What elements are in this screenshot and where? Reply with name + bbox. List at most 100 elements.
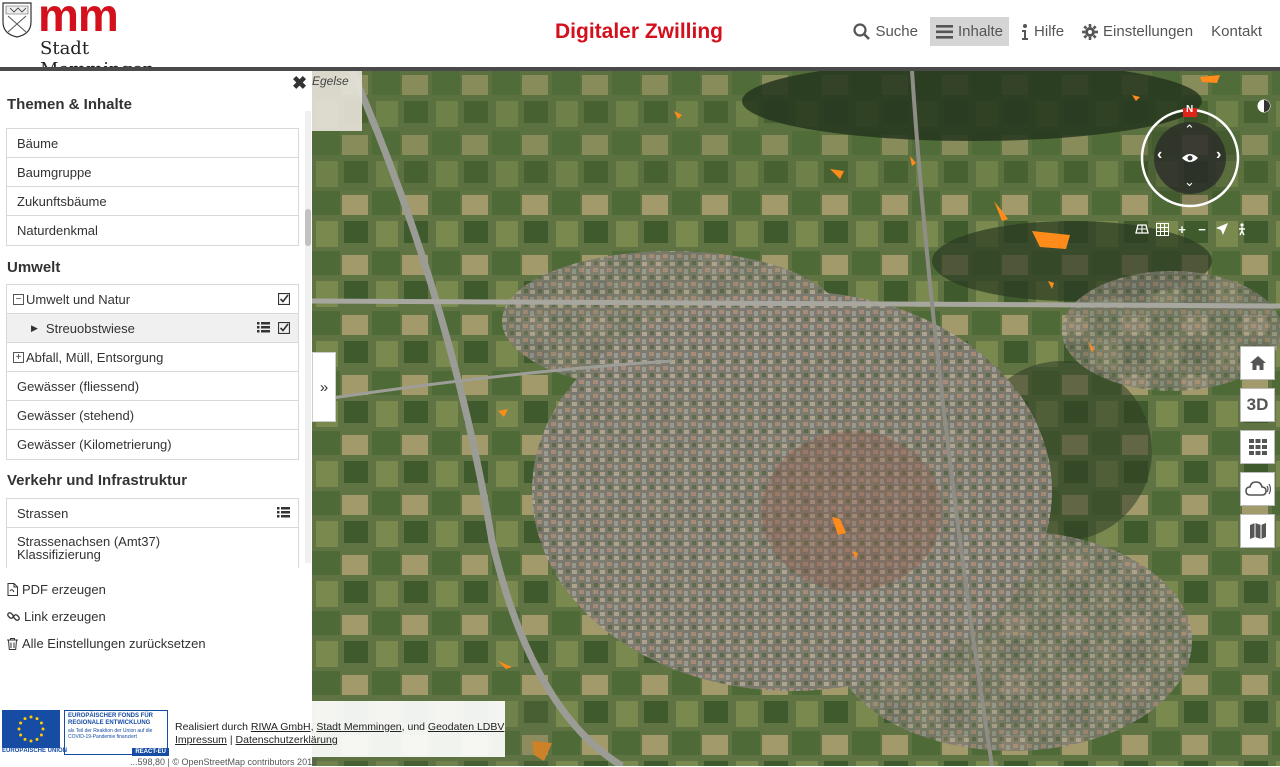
gear-icon	[1082, 23, 1099, 40]
layer-item-label: Strassen	[17, 505, 69, 521]
expand-icon[interactable]: +	[13, 351, 24, 363]
legend-list-icon[interactable]	[277, 507, 290, 518]
efre-badge: EUROPÄISCHER FONDS FÜR REGIONALE ENTWICK…	[64, 710, 169, 756]
pdf-export-label: PDF erzeugen	[22, 582, 106, 597]
trash-icon	[7, 637, 18, 650]
eye-icon[interactable]	[1181, 152, 1199, 164]
nav-kontakt-label: Kontakt	[1211, 23, 1262, 40]
impressum-link[interactable]: Impressum	[175, 734, 227, 746]
legend-list-icon[interactable]	[257, 322, 270, 333]
layer-item[interactable]: Zukunftsbäume	[7, 187, 298, 216]
contrast-toggle-icon[interactable]	[1256, 98, 1272, 114]
app-title: Digitaler Zwilling	[555, 20, 724, 43]
sidebar-scrollbar[interactable]	[305, 111, 311, 563]
sidebar-tools: PDF erzeugen Link erzeugen Alle Einstell…	[7, 576, 206, 657]
locate-icon[interactable]	[1213, 220, 1231, 238]
navigation-compass[interactable]: N ⌃ ⌄ ‹ ›	[1140, 103, 1240, 208]
themen-list: Bäume Baumgruppe Zukunftsbäume Naturdenk…	[6, 128, 299, 246]
layer-group-abfall[interactable]: + Abfall, Müll, Entsorgung	[7, 343, 298, 372]
layer-item-strassenachsen[interactable]: Strassenachsen (Amt37) Klassifizierung	[7, 528, 298, 568]
layer-item[interactable]: Gewässer (stehend)	[7, 401, 298, 430]
layer-group-label: Abfall, Müll, Entsorgung	[26, 349, 164, 365]
efre-subtitle: als Teil der Reaktion der Union auf die …	[68, 728, 153, 740]
nav-search[interactable]: Suche	[847, 17, 924, 46]
home-icon	[1249, 356, 1266, 370]
layer-item[interactable]: Bäume	[7, 129, 298, 158]
map-place-label: Egelse	[312, 74, 349, 88]
layer-item[interactable]: Naturdenkmal	[7, 216, 298, 245]
checkbox-checked-icon[interactable]	[278, 293, 290, 305]
menu-icon	[935, 24, 953, 39]
map-nav-controls: + −	[1133, 220, 1251, 238]
datenschutz-link[interactable]: Datenschutzerklärung	[236, 734, 338, 746]
nav-inhalte[interactable]: Inhalte	[929, 17, 1010, 46]
app-header: mm Stadt Memmingen Digitaler Zwilling Su…	[0, 0, 1280, 80]
layer-item[interactable]: Baumgruppe	[7, 158, 298, 187]
top-navigation: Suche Inhalte Hilfe Einstellungen Kontak…	[841, 17, 1268, 46]
riwa-link[interactable]: RIWA GmbH	[251, 721, 311, 733]
layer-item-sublabel: Klassifizierung	[17, 547, 101, 562]
map-3d-view[interactable]: Egelse	[312, 71, 1280, 766]
checkbox-checked-icon[interactable]	[278, 322, 290, 334]
tilt-up-icon[interactable]: ⌃	[1184, 122, 1195, 138]
info-icon	[1022, 23, 1029, 40]
nav-hilfe[interactable]: Hilfe	[1015, 17, 1070, 46]
nav-einstellungen[interactable]: Einstellungen	[1076, 17, 1199, 46]
tilt-down-icon[interactable]: ⌄	[1184, 174, 1195, 190]
grid-toggle-icon[interactable]	[1153, 220, 1171, 238]
coat-of-arms-icon	[2, 2, 32, 38]
footer-credits: EUROPÄISCHE UNION EUROPÄISCHER FONDS FÜR…	[0, 701, 505, 757]
layer-item[interactable]: Gewässer (fliessend)	[7, 372, 298, 401]
react-eu-label: REACT-EU	[132, 748, 169, 756]
geodaten-link[interactable]: Geodaten LDBV	[428, 721, 504, 733]
credits-separator: ,	[310, 721, 314, 733]
basemap-button[interactable]	[1240, 514, 1275, 548]
verkehr-list: Strassen Strassenachsen (Amt37) Klassifi…	[6, 498, 299, 568]
nav-hilfe-label: Hilfe	[1034, 23, 1065, 40]
nav-inhalte-label: Inhalte	[957, 23, 1004, 40]
collapse-icon[interactable]: −	[13, 293, 24, 305]
stadt-memmingen-link[interactable]: Stadt Memmingen	[316, 721, 401, 733]
layer-item-strassen[interactable]: Strassen	[7, 499, 298, 528]
pdf-file-icon	[7, 583, 18, 596]
grid-icon	[1248, 439, 1267, 455]
layer-group-umwelt-natur[interactable]: − Umwelt und Natur	[7, 285, 298, 314]
scrollbar-thumb[interactable]	[305, 209, 311, 246]
credits-text: Realisiert durch RIWA GmbH, Stadt Memmin…	[175, 721, 504, 747]
weather-button[interactable]	[1240, 472, 1275, 506]
map-side-toolbar: 3D	[1240, 346, 1275, 556]
zoom-out-button[interactable]: −	[1193, 220, 1211, 238]
tilt-icon[interactable]	[1133, 220, 1151, 238]
logo-wordmark: mm	[38, 0, 119, 41]
section-title-verkehr: Verkehr und Infrastruktur	[7, 472, 188, 489]
pdf-export-button[interactable]: PDF erzeugen	[7, 576, 206, 603]
pedestrian-icon[interactable]	[1233, 220, 1251, 238]
credits-prefix: Realisiert durch	[175, 721, 248, 733]
layer-item[interactable]: Gewässer (Kilometrierung)	[7, 430, 298, 459]
home-button[interactable]	[1240, 346, 1275, 380]
layer-grid-button[interactable]	[1240, 430, 1275, 464]
sidebar-toggle-button[interactable]: »	[312, 352, 336, 422]
rotate-right-icon[interactable]: ›	[1216, 146, 1221, 164]
section-title-themen: Themen & Inhalte	[7, 96, 133, 113]
close-sidebar-button[interactable]: ✖	[292, 73, 307, 94]
cloud-icon	[1244, 481, 1271, 496]
layer-item-streuobstwiese[interactable]: ▶ Streuobstwiese	[7, 314, 298, 343]
umwelt-list: − Umwelt und Natur ▶ Streuobstwiese + Ab…	[6, 284, 299, 460]
expand-caret-icon[interactable]: ▶	[31, 323, 38, 334]
eu-label: EUROPÄISCHE UNION	[2, 748, 68, 754]
nav-search-label: Suche	[875, 23, 918, 40]
efre-title: EUROPÄISCHER FONDS FÜR REGIONALE ENTWICK…	[68, 713, 154, 726]
content-sidebar: ✖ Themen & Inhalte Bäume Baumgruppe Zuku…	[0, 71, 312, 701]
3d-toggle-button[interactable]: 3D	[1240, 388, 1275, 422]
section-title-umwelt: Umwelt	[7, 259, 61, 276]
link-export-button[interactable]: Link erzeugen	[7, 603, 206, 630]
reset-settings-label: Alle Einstellungen zurücksetzen	[22, 636, 206, 651]
zoom-in-button[interactable]: +	[1173, 220, 1191, 238]
link-icon	[7, 612, 20, 621]
link-export-label: Link erzeugen	[24, 609, 106, 624]
nav-kontakt[interactable]: Kontakt	[1205, 17, 1268, 46]
city-logo[interactable]: mm Stadt Memmingen	[0, 0, 200, 80]
reset-settings-button[interactable]: Alle Einstellungen zurücksetzen	[7, 630, 206, 657]
rotate-left-icon[interactable]: ‹	[1157, 146, 1162, 164]
